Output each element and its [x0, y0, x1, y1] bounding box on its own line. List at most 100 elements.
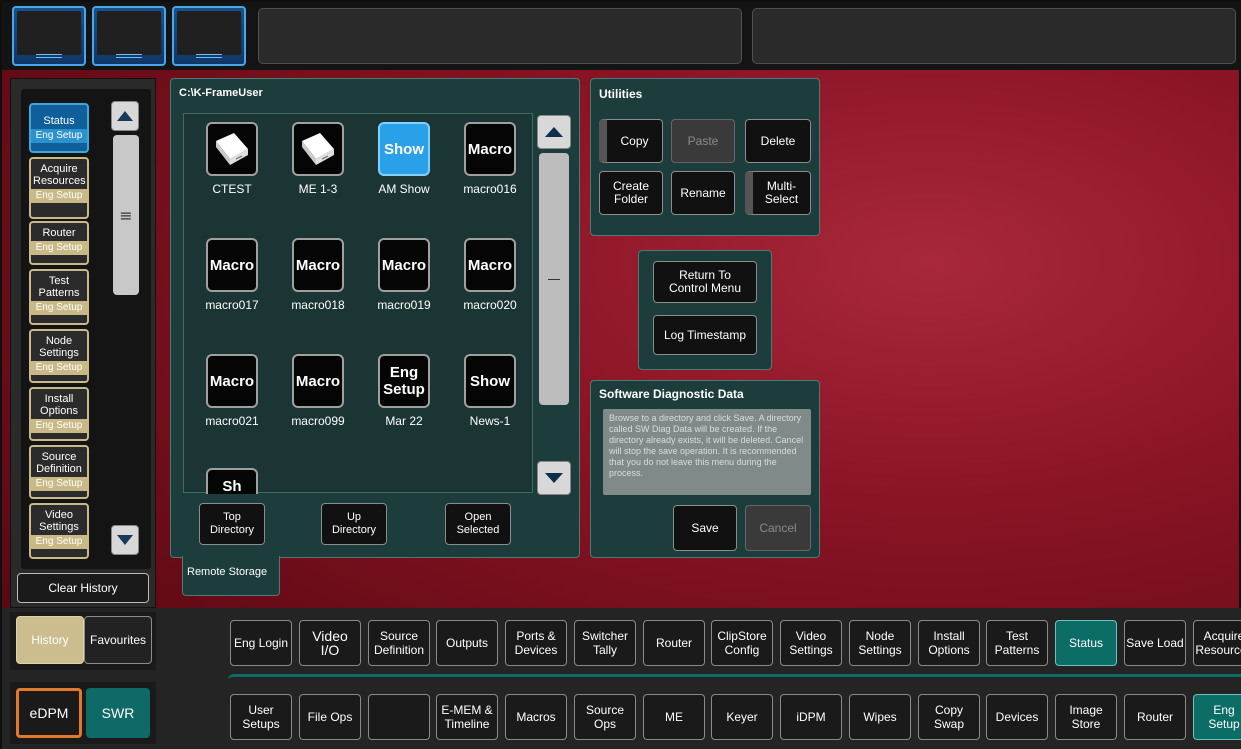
file-tile[interactable]: Macro	[464, 238, 516, 292]
menu-lines-icon	[196, 54, 222, 58]
menu-lines-icon	[36, 54, 62, 58]
file-label: macro099	[291, 414, 345, 428]
file-label: macro019	[377, 298, 431, 312]
category-tab-7[interactable]: Keyer	[711, 694, 773, 740]
menu-tab-9[interactable]: Node Settings	[849, 620, 911, 666]
history-item-7[interactable]: Video Settings Eng Setup	[29, 503, 89, 559]
history-item-6[interactable]: Source Definition Eng Setup	[29, 445, 89, 499]
create-folder-button[interactable]: Create Folder	[599, 171, 663, 215]
menu-tab-1[interactable]: Video I/O	[299, 620, 361, 666]
menu-tab-11[interactable]: Test Patterns	[986, 620, 1048, 666]
copy-button[interactable]: Copy	[599, 119, 663, 163]
history-item-0[interactable]: Status Eng Setup	[29, 103, 89, 153]
scroll-thumb[interactable]: ≡	[113, 135, 139, 295]
arrow-down-icon	[545, 473, 563, 483]
file-tile[interactable]: Macro	[206, 354, 258, 408]
menu-tab-5[interactable]: Switcher Tally	[574, 620, 636, 666]
history-button[interactable]: History	[16, 616, 84, 664]
file-tile[interactable]: Macro	[464, 122, 516, 176]
swr-button[interactable]: SWR	[86, 688, 150, 738]
history-item-label: Test Patterns	[38, 275, 80, 299]
folder-drive-tile[interactable]	[206, 122, 258, 176]
category-tab-11[interactable]: Devices	[986, 694, 1048, 740]
category-tab-14[interactable]: Eng Setup	[1193, 694, 1241, 740]
save-button[interactable]: Save	[673, 505, 737, 551]
history-item-5[interactable]: Install Options Eng Setup	[29, 387, 89, 441]
menu-tab-13[interactable]: Save Load	[1124, 620, 1186, 666]
file-scroll-down-button[interactable]	[537, 461, 571, 495]
edpm-button[interactable]: eDPM	[16, 688, 82, 738]
cancel-button[interactable]: Cancel	[745, 505, 811, 551]
history-item-label: Video Settings	[39, 509, 79, 533]
diagnostic-description: Browse to a directory and click Save. A …	[603, 409, 811, 495]
file-label: macro018	[291, 298, 345, 312]
favourites-button[interactable]: Favourites	[84, 616, 152, 664]
category-tab-3[interactable]: E-MEM & Timeline	[436, 694, 498, 740]
menu-tab-3[interactable]: Outputs	[436, 620, 498, 666]
menu-tab-2[interactable]: Source Definition	[368, 620, 430, 666]
diagnostic-title: Software Diagnostic Data	[599, 387, 744, 401]
category-tab-1[interactable]: File Ops	[299, 694, 361, 740]
scroll-up-button[interactable]	[111, 101, 139, 131]
category-tab-2[interactable]	[368, 694, 430, 740]
menu-tab-6[interactable]: Router	[643, 620, 705, 666]
remote-storage-tab[interactable]: Remote Storage	[182, 556, 280, 596]
file-tile[interactable]: Macro	[292, 354, 344, 408]
file-tile[interactable]: Show	[464, 354, 516, 408]
menu-tab-12[interactable]: Status	[1055, 620, 1117, 666]
menu-tab-4[interactable]: Ports & Devices	[505, 620, 567, 666]
history-item-1[interactable]: Acquire Resources Eng Setup	[29, 157, 89, 219]
up-directory-button[interactable]: Up Directory	[321, 503, 387, 545]
partial-file-tile[interactable]: Sh	[206, 468, 258, 494]
category-tab-0[interactable]: User Setups	[230, 694, 292, 740]
history-item-sub: Eng Setup	[31, 535, 87, 549]
file-tile[interactable]: Show	[378, 122, 430, 176]
file-tile[interactable]: Eng Setup	[378, 354, 430, 408]
file-tile[interactable]: Macro	[378, 238, 430, 292]
delete-button[interactable]: Delete	[745, 119, 811, 163]
file-scroll-up-button[interactable]	[537, 115, 571, 149]
history-tabs: History Favourites	[10, 612, 156, 670]
file-tile[interactable]: Macro	[206, 238, 258, 292]
history-item-sub: Eng Setup	[31, 361, 87, 375]
folder-drive-tile[interactable]	[292, 122, 344, 176]
category-tab-6[interactable]: ME	[643, 694, 705, 740]
category-tab-8[interactable]: iDPM	[780, 694, 842, 740]
category-tab-5[interactable]: Source Ops	[574, 694, 636, 740]
paste-button[interactable]: Paste	[671, 119, 735, 163]
file-label: macro020	[463, 298, 517, 312]
monitor-button-3[interactable]	[172, 6, 246, 66]
category-tab-13[interactable]: Router	[1124, 694, 1186, 740]
open-selected-button[interactable]: Open Selected	[445, 503, 511, 545]
rename-button[interactable]: Rename	[671, 171, 735, 215]
file-tile[interactable]: Macro	[292, 238, 344, 292]
menu-tab-8[interactable]: Video Settings	[780, 620, 842, 666]
menu-tab-10[interactable]: Install Options	[918, 620, 980, 666]
category-tab-10[interactable]: Copy Swap	[918, 694, 980, 740]
file-label: macro016	[463, 182, 517, 196]
grip-line-icon	[548, 278, 560, 280]
menu-lines-icon	[116, 54, 142, 58]
category-tab-4[interactable]: Macros	[505, 694, 567, 740]
multi-select-button[interactable]: Multi- Select	[745, 171, 811, 215]
history-item-4[interactable]: Node Settings Eng Setup	[29, 329, 89, 383]
log-timestamp-button[interactable]: Log Timestamp	[653, 315, 757, 355]
history-item-2[interactable]: Router Eng Setup	[29, 221, 89, 265]
arrow-up-icon	[117, 111, 133, 121]
clear-history-button[interactable]: Clear History	[17, 573, 149, 603]
history-item-label: Acquire Resources	[33, 163, 86, 187]
category-tab-9[interactable]: Wipes	[849, 694, 911, 740]
file-scroll-thumb[interactable]	[539, 153, 569, 405]
menu-tab-7[interactable]: ClipStore Config	[711, 620, 773, 666]
monitor-button-2[interactable]	[92, 6, 166, 66]
history-item-3[interactable]: Test Patterns Eng Setup	[29, 269, 89, 325]
category-tab-12[interactable]: Image Store	[1055, 694, 1117, 740]
history-item-sub: Eng Setup	[31, 129, 87, 143]
return-to-control-menu-button[interactable]: Return To Control Menu	[653, 261, 757, 303]
top-directory-button[interactable]: Top Directory	[199, 503, 265, 545]
history-item-sub: Eng Setup	[31, 241, 87, 255]
scroll-down-button[interactable]	[111, 525, 139, 555]
menu-tab-0[interactable]: Eng Login	[230, 620, 292, 666]
menu-tab-14[interactable]: Acquire Resources	[1193, 620, 1241, 666]
monitor-button-1[interactable]	[12, 6, 86, 66]
